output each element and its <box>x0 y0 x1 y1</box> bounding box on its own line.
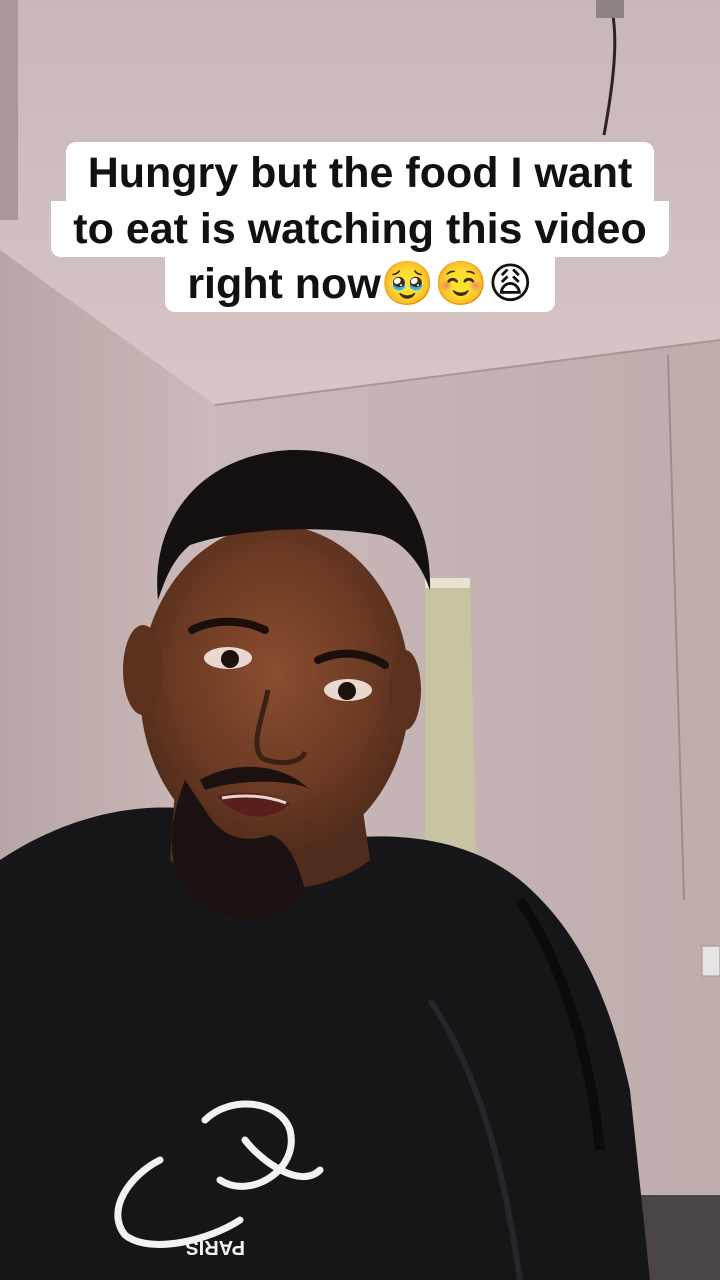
caption-line-3: right now🥹☺️😩 <box>165 256 555 312</box>
ceiling-fixture <box>596 0 624 18</box>
right-ear <box>389 650 421 730</box>
caption-line-2: to eat is watching this video <box>51 201 669 257</box>
doorway <box>425 578 476 870</box>
shirt-logo-subtext: PARIS <box>185 1236 245 1258</box>
wall-socket <box>701 945 720 977</box>
caption-line-1: Hungry but the food I want <box>65 142 655 201</box>
video-frame[interactable]: PARIS Hungry but the food I want to eat … <box>0 0 720 1280</box>
video-caption: Hungry but the food I want to eat is wat… <box>0 142 720 312</box>
left-ear <box>123 625 163 715</box>
